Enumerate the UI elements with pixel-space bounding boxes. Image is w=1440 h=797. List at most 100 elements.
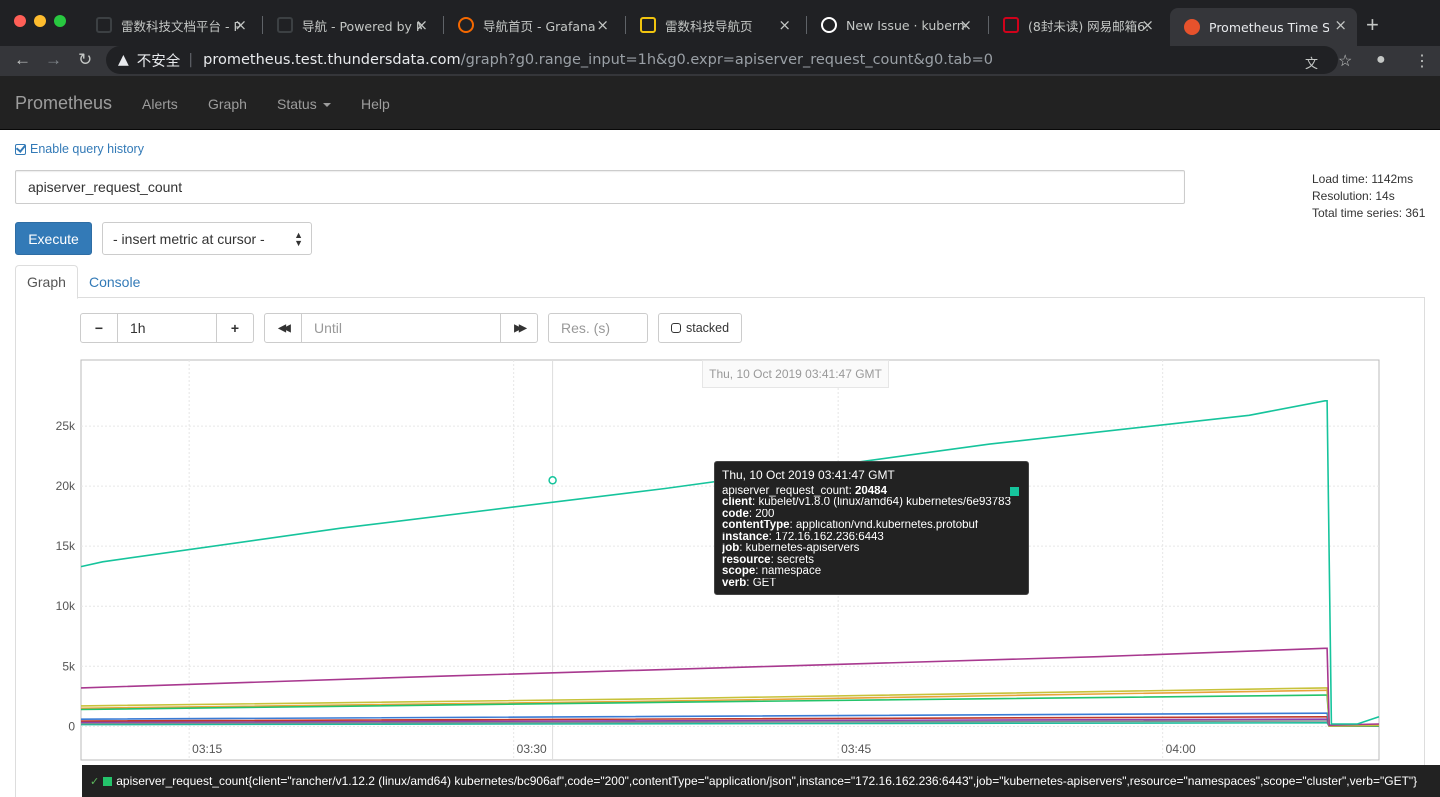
tooltip-label-row: verb: GET xyxy=(722,577,777,589)
resolution-input[interactable]: Res. (s) xyxy=(548,313,648,343)
brand-logo[interactable]: Prometheus xyxy=(15,93,112,114)
prometheus-icon xyxy=(1184,19,1200,35)
new-tab-button[interactable]: + xyxy=(1366,12,1379,38)
close-window-button[interactable] xyxy=(14,15,26,27)
browser-tab-1[interactable]: 雷数科技文档平台 - P × xyxy=(82,8,257,42)
rewind-button[interactable]: ◀◀ xyxy=(264,313,302,343)
close-tab-icon[interactable]: × xyxy=(1141,16,1154,34)
decrease-range-button[interactable]: − xyxy=(80,313,118,343)
back-arrow-icon[interactable]: ← xyxy=(14,50,31,70)
netease-mail-icon xyxy=(1003,17,1019,33)
graph-legend: ✓ apiserver_request_count{client="ranche… xyxy=(82,765,1440,797)
increase-range-button[interactable]: + xyxy=(216,313,254,343)
browser-tab-label: 导航首页 - Grafana xyxy=(483,18,596,34)
legend-swatch xyxy=(103,776,113,786)
close-tab-icon[interactable]: × xyxy=(415,16,428,34)
tooltip-label-key: contentType xyxy=(722,520,790,531)
url-path: /graph?g0.range_input=1h&g0.expr=apiserv… xyxy=(460,52,993,68)
nav-help[interactable]: Help xyxy=(361,96,390,112)
nav-alerts[interactable]: Alerts xyxy=(142,96,178,112)
fast-forward-button[interactable]: ▶▶ xyxy=(500,313,538,343)
range-input[interactable]: 1h xyxy=(117,313,217,343)
nav-status-label: Status xyxy=(277,96,317,112)
tooltip-label-row: client: kubelet/v1.8.0 (linux/amd64) kub… xyxy=(722,497,1011,508)
tooltip-time: Thu, 10 Oct 2019 03:41:47 GMT xyxy=(722,468,895,482)
resolution: Resolution: 14s xyxy=(1312,189,1395,203)
url-host: prometheus.test.thundersdata.com xyxy=(203,52,461,68)
series-tooltip: Thu, 10 Oct 2019 03:41:47 GMT apiserver_… xyxy=(714,461,1029,595)
github-icon xyxy=(821,17,837,33)
tooltip-label-value: kubernetes-apiservers xyxy=(745,543,860,554)
close-tab-icon[interactable]: × xyxy=(959,16,972,34)
forward-arrow-icon[interactable]: → xyxy=(45,50,62,70)
warning-triangle-icon: ▲ xyxy=(118,52,129,68)
browser-tab-4[interactable]: 雷数科技导航页 × xyxy=(626,8,801,42)
until-input[interactable]: Until xyxy=(301,313,501,343)
browser-menu-icon[interactable]: ⋮ xyxy=(1414,51,1430,71)
minimize-window-button[interactable] xyxy=(34,15,46,27)
close-tab-icon[interactable]: × xyxy=(234,16,247,34)
url-bar[interactable]: ▲ 不安全 | prometheus.test.thundersdata.com… xyxy=(106,46,1338,74)
tooltip-label-value: application/vnd.kubernetes.protobuf xyxy=(795,520,979,531)
close-tab-icon[interactable]: × xyxy=(778,16,791,34)
bookmark-star-icon[interactable]: ☆ xyxy=(1338,51,1352,71)
warning-triangle-icon xyxy=(640,17,656,33)
tooltip-label-value: 172.16.162.236:6443 xyxy=(775,531,884,543)
browser-tab-6[interactable]: (8封未读) 网易邮箱6. × xyxy=(989,8,1164,42)
stacked-label: stacked xyxy=(686,321,730,335)
tooltip-label-key: code xyxy=(722,508,749,520)
tooltip-label-value: secrets xyxy=(776,554,815,566)
panel-tabs: Graph Console xyxy=(15,265,1425,299)
browser-tab-bar: 雷数科技文档平台 - P × 导航 - Powered by M × 导航首页 - Gr… xyxy=(0,0,1440,46)
browser-tab-7[interactable]: Prometheus Time Se × xyxy=(1170,8,1357,46)
stacked-checkbox-icon xyxy=(671,323,681,333)
tooltip-metric: apiserver_request_count xyxy=(722,485,849,497)
expression-input[interactable]: apiserver_request_count xyxy=(15,170,1185,204)
tab-console[interactable]: Console xyxy=(78,265,151,298)
browser-tab-label: 雷数科技文档平台 - P xyxy=(121,18,241,34)
legend-entry[interactable]: apiserver_request_count{client="rancher/… xyxy=(116,774,1417,788)
tooltip-label-row: instance: 172.16.162.236:6443 xyxy=(722,531,884,543)
query-stats: Load time: 1142ms Resolution: 14s Total … xyxy=(1312,171,1425,222)
tooltip-label-value: 200 xyxy=(755,508,775,520)
stacked-toggle[interactable]: stacked xyxy=(658,313,742,343)
insert-metric-select[interactable]: - insert metric at cursor - ▲ ▼ xyxy=(102,222,312,255)
browser-tab-label: Prometheus Time Se xyxy=(1209,19,1329,35)
address-toolbar: ← → ↻ ▲ 不安全 | prometheus.test.thundersda… xyxy=(0,46,1440,76)
browser-tab-5[interactable]: New Issue · kuberne × xyxy=(807,8,982,42)
enable-query-history[interactable]: Enable query history xyxy=(15,142,144,156)
profile-avatar-icon[interactable]: ● xyxy=(1376,51,1386,69)
browser-tab-label: 导航 - Powered by M xyxy=(302,18,422,34)
tooltip-value: 20484 xyxy=(854,485,887,497)
tooltip-label-key: job xyxy=(722,543,740,554)
tooltip-label-key: client xyxy=(722,497,753,508)
tooltip-label-row: contentType: application/vnd.kubernetes.… xyxy=(722,520,979,531)
execute-button[interactable]: Execute xyxy=(15,222,92,255)
browser-tab-2[interactable]: 导航 - Powered by M × xyxy=(263,8,438,42)
tooltip-label-row: scope: namespace xyxy=(722,566,822,577)
browser-tab-label: 雷数科技导航页 xyxy=(665,18,753,34)
close-tab-icon[interactable]: × xyxy=(596,16,609,34)
zoom-window-button[interactable] xyxy=(54,15,66,27)
tooltip-label-row: job: kubernetes-apiservers xyxy=(722,543,860,554)
tooltip-label-key: instance xyxy=(722,531,769,543)
load-time: Load time: 1142ms xyxy=(1312,172,1414,186)
reload-icon[interactable]: ↻ xyxy=(78,50,92,70)
tab-graph[interactable]: Graph xyxy=(15,265,78,299)
document-icon xyxy=(96,17,112,33)
browser-tab-3[interactable]: 导航首页 - Grafana × xyxy=(444,8,619,42)
translate-icon[interactable]: 文 xyxy=(1305,53,1318,72)
total-time-series: Total time series: 361 xyxy=(1312,206,1426,220)
nav-graph[interactable]: Graph xyxy=(208,96,247,112)
select-arrows-icon: ▲ ▼ xyxy=(294,230,303,248)
document-icon xyxy=(277,17,293,33)
close-tab-icon[interactable]: × xyxy=(1334,16,1347,34)
insert-metric-label: - insert metric at cursor - xyxy=(113,230,265,247)
browser-tab-label: (8封未读) 网易邮箱6. xyxy=(1028,18,1148,34)
legend-check-icon[interactable]: ✓ xyxy=(90,775,99,788)
caret-down-icon xyxy=(322,103,331,108)
prometheus-navbar: Prometheus Alerts Graph Status Help xyxy=(0,76,1440,130)
hover-time-label: Thu, 10 Oct 2019 03:41:47 GMT xyxy=(702,360,889,388)
tooltip-label-value: namespace xyxy=(761,566,822,577)
nav-status[interactable]: Status xyxy=(277,96,331,112)
